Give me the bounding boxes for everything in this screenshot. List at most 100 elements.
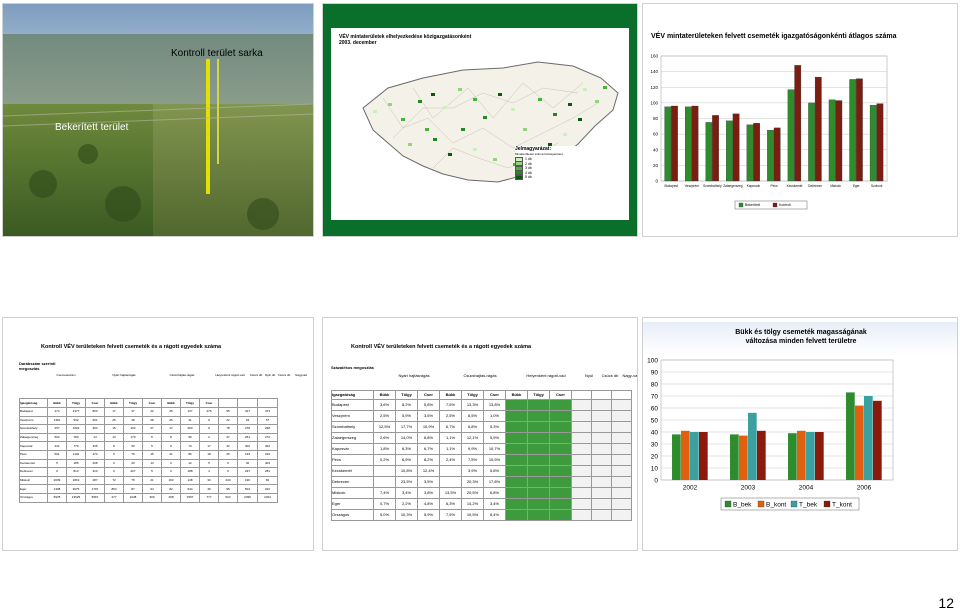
table-cell: 15 [142,449,162,460]
header-cell: Tölgy [461,390,484,400]
table-cell: 2,5% [373,410,396,422]
row-label: Zalaegerszeg [331,432,374,444]
table-cell [611,465,632,477]
table-cell: 9 [199,424,219,434]
row-label: Budapest [331,399,374,411]
table-cell: 6,9% [395,454,418,466]
group-header: Csúcs db [601,373,619,378]
header-cell: Bükk [439,390,462,400]
legend-subtitle: Mintaterületek száma községenként [515,152,563,156]
table-cell: 7,4% [373,487,396,499]
legend-label: 1 db [525,157,532,162]
header-cell: Tölgy [395,390,418,400]
group-header: Nagyvad [295,373,307,377]
table-cell: 185 [66,458,86,469]
table-cell [505,410,528,422]
table-cell: 5,9% [417,509,440,521]
group-header: Helyenként rágott-vad [215,373,245,377]
slide-percent-table: Kontroll VÉV területeken felvett csemeté… [322,317,638,551]
table-cell [611,487,632,499]
table-cell: 22 [218,415,238,426]
group-header: Helyenként rágott-vad [526,373,566,378]
table-cell: 4,8% [417,498,440,510]
header-cell: Bükk [104,398,124,408]
table-cell: 591 [47,449,67,460]
table-cell: 13 [142,458,162,469]
slide1-caption: Bekerített terület [55,122,129,133]
table-cell: 5 [142,467,162,477]
table-cell [549,498,572,510]
legend-label: Kontroll [779,203,791,207]
table-cell [549,465,572,477]
slide5-subtitle: Százalékos megoszlás [331,365,374,370]
table-cell [571,421,592,433]
table-cell: 5,8% [417,399,440,411]
slide-kontroll-terulet: Kontroll terület sarka Bekerített terüle… [2,3,314,237]
table-cell: 5967 [85,492,105,503]
header-cell: Cser [549,390,572,400]
table-cell [591,487,612,499]
legend-label: B_kont [766,501,786,508]
table-cell [527,487,550,499]
table-cell: 5,0% [373,509,396,521]
table-cell: 0 [218,467,238,477]
table-cell: 10,5% [483,454,506,466]
map-sample-marker [443,106,447,109]
map-sample-marker [493,158,497,161]
table-cell: 780 [66,432,86,443]
table-cell: 87 [123,484,143,494]
table-cell: 6,8% [483,487,506,499]
bar-T_kont-2004 [814,432,824,480]
table-cell: 0,7% [373,498,396,510]
table-cell: 240 [218,475,238,486]
table-row: Budapest 3,6% 8,2% 5,8% 7,5% 13,3% 13,8% [331,399,632,411]
table-cell: 2039 [47,475,67,486]
bar-B_kont-2006 [855,405,864,480]
table-cell: 7,5% [439,509,462,521]
table-cell [549,421,572,433]
map-sample-marker [603,86,607,89]
group-header: Csúcshajtás-rágás [463,373,497,378]
map-sample-marker [425,128,429,131]
table-cell: 57 [257,415,278,426]
table-cell [505,443,528,455]
table-cell: 3,6% [373,399,396,411]
table-cell: 0,2% [373,454,396,466]
table-cell: 504 [237,484,258,494]
row-label: Pécs [331,454,374,466]
table-row: Pécs 0,2% 6,9% 8,2% 2,4% 7,5% 10,5% [331,454,632,466]
y-tick-label: 120 [650,85,658,90]
table-cell [571,509,592,521]
table-cell: 278 [237,424,258,434]
table-cell [527,476,550,488]
bar-Kontroll-Szolnok [876,103,884,182]
table-cell [571,399,592,411]
map-sample-marker [408,143,412,146]
table-cell: 27 [142,424,162,434]
y-tick-label: 0 [654,477,658,484]
table-row: Eger 1308 3075 1797 863 87 94 82 644 46 95 504 222 [19,484,278,494]
table-cell: 25 [218,449,238,460]
table-cell: 2324 [257,492,278,503]
row-label: Budapest [19,407,48,417]
x-tick-label: Debrecen [808,184,822,188]
table-cell: 260 [180,424,200,434]
table-cell: 523 [218,492,238,503]
table-cell: 137 [180,407,200,417]
table-cell: 31 [180,415,200,426]
map-sample-marker [431,93,435,96]
table-cell: 15 [104,424,124,434]
table-cell [505,399,528,411]
header-cell: Igazgatóság [19,398,48,408]
table-cell: 21 [142,475,162,486]
header-cell: Bükk [373,390,396,400]
header-cell [571,390,592,400]
table-cell: 300 [142,492,162,503]
table-cell: 9 [161,441,181,451]
header-cell: Cser [483,390,506,400]
table-cell: 13525 [66,492,86,503]
table-cell: 20,3% [461,476,484,488]
bar-Kontroll-Eger [856,78,863,182]
table-cell: 3,8% [417,487,440,499]
slide-map: VÉV mintaterületek elhelyezkedése köziga… [322,3,638,237]
